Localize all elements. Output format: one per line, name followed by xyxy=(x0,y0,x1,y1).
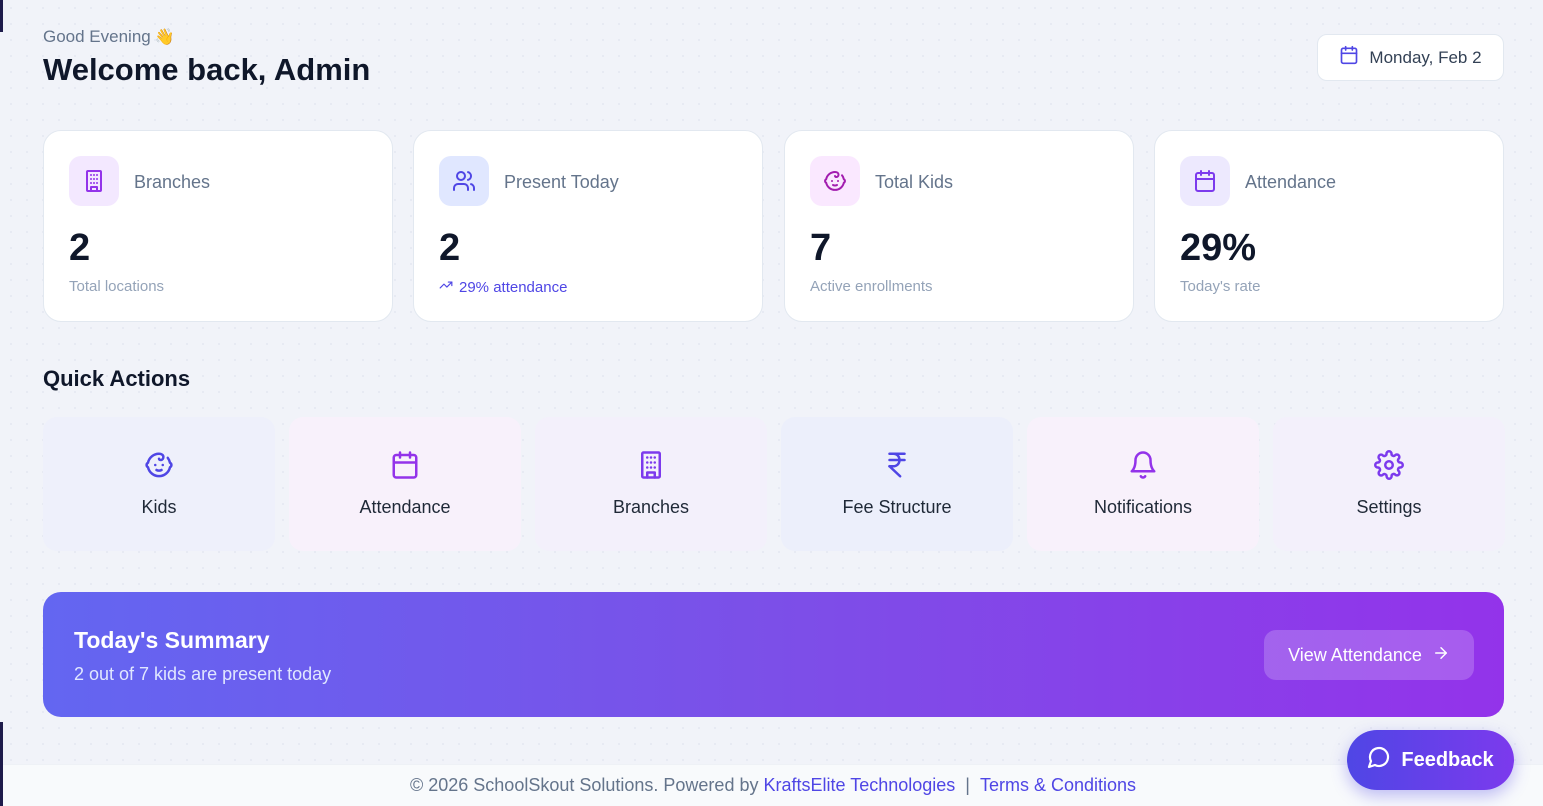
stat-value: 29% xyxy=(1180,227,1257,269)
quick-action-label: Notifications xyxy=(1093,497,1193,517)
attendance-percent-text: 29% attendance xyxy=(459,278,568,296)
todays-summary-banner: Today's Summary 2 out of 7 kids are pres… xyxy=(43,592,1504,717)
stat-label: Branches xyxy=(134,172,211,192)
copyright-text: © 2026 SchoolSkout Solutions. Powered by xyxy=(409,775,759,795)
arrow-right-icon xyxy=(1432,644,1450,667)
dashboard-main: Good Evening 👋 Welcome back, Admin Monda… xyxy=(3,0,1543,806)
terms-link[interactable]: Terms & Conditions xyxy=(980,775,1136,796)
stat-label: Attendance xyxy=(1245,172,1337,192)
feedback-label: Feedback xyxy=(1401,748,1494,771)
quick-action-fee-structure[interactable]: Fee Structure xyxy=(781,417,1013,551)
page-title: Welcome back, Admin xyxy=(43,52,371,87)
quick-actions-title: Quick Actions xyxy=(43,366,191,391)
quick-action-branches[interactable]: Branches xyxy=(535,417,767,551)
quick-action-label: Kids xyxy=(141,497,177,517)
stat-subtext: Today's rate xyxy=(1180,278,1261,295)
quick-action-label: Branches xyxy=(612,497,690,517)
stat-value: 2 xyxy=(439,227,461,269)
trending-up-icon xyxy=(439,278,453,296)
rupee-icon xyxy=(882,450,912,485)
baby-icon xyxy=(810,156,860,206)
quick-action-label: Fee Structure xyxy=(842,497,952,517)
calendar-icon xyxy=(390,450,420,485)
quick-action-notifications[interactable]: Notifications xyxy=(1027,417,1259,551)
stat-label: Total Kids xyxy=(875,172,954,192)
stat-label: Present Today xyxy=(504,172,619,192)
feedback-button[interactable]: Feedback xyxy=(1347,730,1514,790)
stat-value: 2 xyxy=(69,227,91,269)
current-date: Monday, Feb 2 xyxy=(1369,47,1482,67)
building-icon xyxy=(69,156,119,206)
footer-separator: | xyxy=(965,775,970,795)
users-icon xyxy=(439,156,489,206)
calendar-icon xyxy=(1339,45,1359,70)
stat-card-total-kids: Total Kids 7 Active enrollments xyxy=(784,130,1134,322)
summary-title: Today's Summary xyxy=(74,627,270,653)
view-attendance-button[interactable]: View Attendance xyxy=(1264,630,1474,680)
stat-card-present-today: Present Today 2 29% attendance xyxy=(413,130,763,322)
stat-value: 7 xyxy=(810,227,832,269)
stat-subtext: 29% attendance xyxy=(439,278,567,296)
calendar-icon xyxy=(1180,156,1230,206)
building-icon xyxy=(636,450,666,485)
quick-action-settings[interactable]: Settings xyxy=(1273,417,1505,551)
summary-subtitle: 2 out of 7 kids are present today xyxy=(74,664,332,684)
quick-action-attendance[interactable]: Attendance xyxy=(289,417,521,551)
greeting: Good Evening 👋 xyxy=(43,27,175,47)
baby-icon xyxy=(144,450,174,485)
stat-subtext: Total locations xyxy=(69,278,165,295)
bell-icon xyxy=(1128,450,1158,485)
quick-action-label: Settings xyxy=(1356,497,1422,517)
view-attendance-label: View Attendance xyxy=(1288,644,1422,665)
wave-emoji: 👋 xyxy=(154,29,175,46)
chat-bubble-icon xyxy=(1367,745,1391,775)
date-pill: Monday, Feb 2 xyxy=(1317,34,1504,81)
stat-card-branches: Branches 2 Total locations xyxy=(43,130,393,322)
stat-subtext: Active enrollments xyxy=(810,278,933,295)
quick-action-kids[interactable]: Kids xyxy=(43,417,275,551)
company-link[interactable]: KraftsElite Technologies xyxy=(763,775,955,796)
footer: © 2026 SchoolSkout Solutions. Powered by… xyxy=(3,764,1543,806)
greeting-text: Good Evening xyxy=(43,27,151,46)
gear-icon xyxy=(1374,450,1404,485)
stat-card-attendance: Attendance 29% Today's rate xyxy=(1154,130,1504,322)
quick-action-label: Attendance xyxy=(359,497,451,517)
